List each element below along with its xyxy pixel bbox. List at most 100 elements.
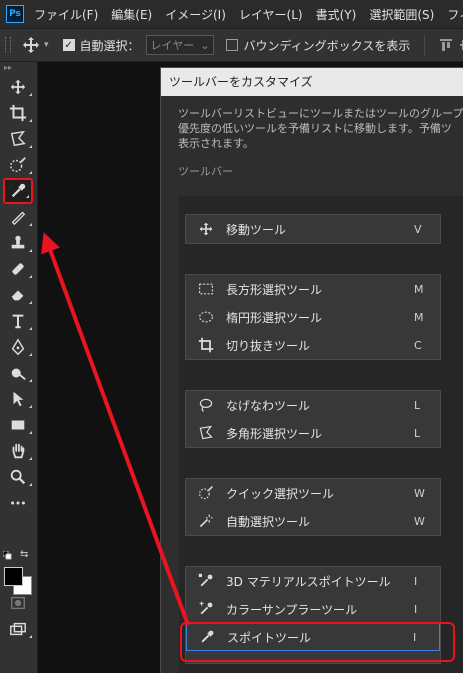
more-icon <box>11 501 25 505</box>
move-icon[interactable] <box>21 35 41 55</box>
submenu-corner-icon <box>29 301 32 304</box>
tool-quick-select[interactable] <box>2 152 34 178</box>
annotation-highlight-box <box>180 622 455 662</box>
tool-name: 多角形選択ツール <box>226 426 323 441</box>
menu-file[interactable]: ファイル(F) <box>34 6 98 23</box>
tool-shortcut: W <box>414 486 425 500</box>
tool-group[interactable]: クイック選択ツール W 自動選択ツール W <box>185 478 441 536</box>
tool-eraser[interactable] <box>2 282 34 308</box>
magic-wand-icon <box>199 514 213 528</box>
toolbar-section-label: ツールバー <box>178 165 233 178</box>
tool-group[interactable]: なげなわツール L 多角形選択ツール L <box>185 390 441 448</box>
submenu-corner-icon <box>29 327 32 330</box>
layer-select-dropdown[interactable]: レイヤー ⌄ <box>145 35 215 55</box>
tool-lasso[interactable] <box>2 126 34 152</box>
tool-name: クイック選択ツール <box>226 486 335 501</box>
default-colors-icon[interactable] <box>3 551 12 560</box>
elliptical-marquee-icon <box>199 311 213 323</box>
list-item[interactable]: 3D マテリアルスポイトツール I <box>186 567 440 595</box>
list-item[interactable]: なげなわツール L <box>186 391 440 419</box>
submenu-corner-icon <box>29 275 32 278</box>
hand-icon <box>12 443 25 459</box>
menu-filter[interactable]: フィルタ <box>447 6 463 23</box>
list-item[interactable]: 移動ツール V <box>186 215 440 243</box>
tool-shortcut: W <box>414 514 425 528</box>
list-item[interactable]: 多角形選択ツール L <box>186 419 440 447</box>
tool-shortcut: M <box>414 282 424 296</box>
tool-name: 切り抜きツール <box>226 338 311 353</box>
tool-path-select[interactable] <box>2 386 34 412</box>
menu-edit[interactable]: 編集(E) <box>111 6 152 23</box>
list-item[interactable]: 切り抜きツール C <box>186 331 440 359</box>
foreground-color[interactable] <box>4 567 23 586</box>
list-item[interactable]: 楕円形選択ツール M <box>186 303 440 331</box>
collapse-toggle-icon[interactable]: ▸▸ <box>0 62 37 74</box>
tool-shortcut: I <box>414 574 418 588</box>
description-line: 優先度の低いツールを予備リストに移動します。予備ツ <box>178 122 452 135</box>
tool-eyedropper[interactable] <box>3 178 33 204</box>
tool-rectangle[interactable] <box>2 412 34 438</box>
list-item[interactable]: クイック選択ツール W <box>186 479 440 507</box>
path-select-icon <box>13 391 24 407</box>
tool-hand[interactable] <box>2 438 34 464</box>
submenu-corner-icon <box>29 353 32 356</box>
chevron-down-icon[interactable]: ▾ <box>44 40 49 50</box>
tool-shortcut: M <box>414 310 424 324</box>
submenu-corner-icon <box>29 379 32 382</box>
tool-group[interactable]: 長方形選択ツール M 楕円形選択ツール M 切り抜きツール C <box>185 274 441 360</box>
options-grip[interactable] <box>5 37 11 53</box>
tool-name: 長方形選択ツール <box>226 282 323 297</box>
submenu-corner-icon <box>29 119 32 122</box>
clone-stamp-icon <box>11 235 25 249</box>
tool-name: なげなわツール <box>226 398 311 413</box>
swap-colors-icon[interactable]: ⇆ <box>20 549 28 560</box>
menu-type[interactable]: 書式(Y) <box>316 6 357 23</box>
submenu-corner-icon <box>29 171 32 174</box>
tool-shortcut: C <box>414 338 422 352</box>
submenu-corner-icon <box>29 635 32 638</box>
menu-image[interactable]: イメージ(I) <box>165 6 226 23</box>
screen-mode-icon <box>10 622 26 636</box>
tool-name: 楕円形選択ツール <box>226 310 323 325</box>
bounding-box-checkbox[interactable] <box>226 39 239 51</box>
list-item[interactable]: 自動選択ツール W <box>186 507 440 535</box>
menu-select[interactable]: 選択範囲(S) <box>369 6 434 23</box>
pen-icon <box>11 338 25 356</box>
tool-screen-mode[interactable] <box>2 616 34 642</box>
submenu-corner-icon <box>29 405 32 408</box>
tool-pen[interactable] <box>2 334 34 360</box>
tool-crop[interactable] <box>2 100 34 126</box>
bounding-box-label: バウンディングボックスを表示 <box>243 38 411 53</box>
dodge-icon <box>11 368 26 380</box>
tool-name: 自動選択ツール <box>226 514 311 529</box>
zoom-icon <box>10 469 26 485</box>
tool-group[interactable]: 移動ツール V <box>185 214 441 244</box>
tool-smudge[interactable] <box>2 360 34 386</box>
tool-name: カラーサンプラーツール <box>226 602 358 617</box>
tool-type[interactable] <box>2 308 34 334</box>
submenu-corner-icon <box>29 93 32 96</box>
tool-stamp[interactable] <box>2 230 34 256</box>
tool-healing[interactable] <box>2 256 34 282</box>
list-item[interactable]: カラーサンプラーツール I <box>186 595 440 623</box>
quick-select-icon <box>10 157 26 173</box>
tool-shortcut: L <box>414 398 421 412</box>
tool-move[interactable] <box>2 74 34 100</box>
submenu-corner-icon <box>29 145 32 148</box>
tools-panel: ▸▸ ⇆ <box>0 62 38 673</box>
quick-mask-icon <box>11 596 25 610</box>
align-middle-icon[interactable] <box>459 38 463 52</box>
auto-select-label: 自動選択： <box>79 38 140 53</box>
description-line: ツールバーリストビューにツールまたはツールのグループを <box>178 107 463 120</box>
tool-brush[interactable] <box>2 204 34 230</box>
auto-select-checkbox[interactable]: ✓ <box>62 39 75 51</box>
polygonal-lasso-icon <box>199 425 213 440</box>
tool-more[interactable] <box>2 490 34 516</box>
eraser-icon <box>11 290 24 301</box>
tool-zoom[interactable] <box>2 464 34 490</box>
align-top-icon[interactable] <box>439 38 453 52</box>
list-item[interactable]: 長方形選択ツール M <box>186 275 440 303</box>
submenu-corner-icon <box>29 431 32 434</box>
layer-select-value: レイヤー <box>150 39 195 52</box>
menu-layer[interactable]: レイヤー(L) <box>239 6 303 23</box>
